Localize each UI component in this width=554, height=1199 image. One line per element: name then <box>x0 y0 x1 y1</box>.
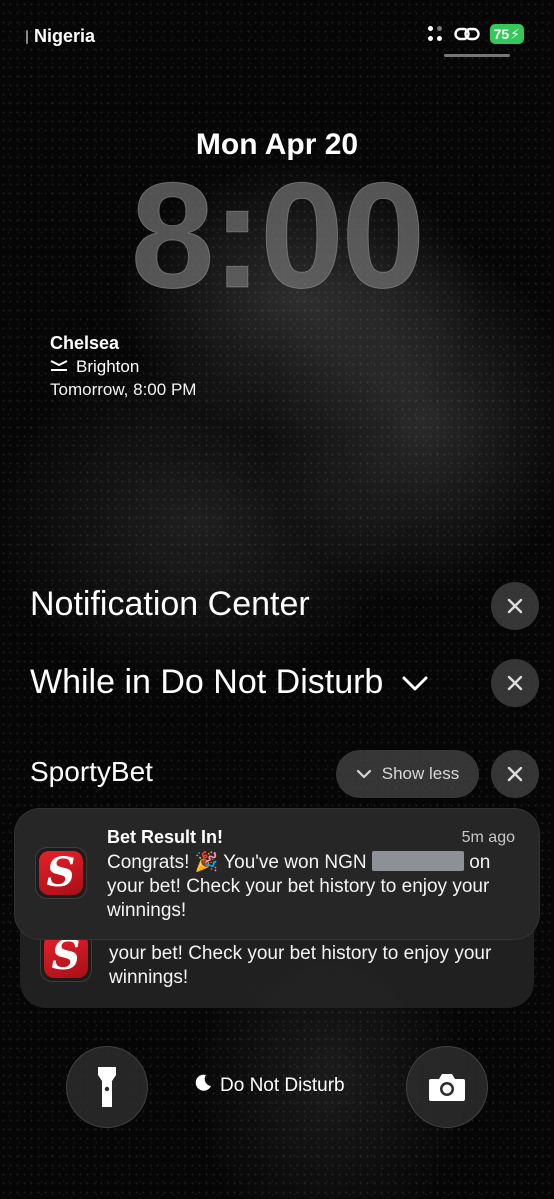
chevron-down-icon <box>356 764 372 784</box>
signal-tick-icon <box>26 29 28 44</box>
widget-home-team: Chelsea <box>50 333 120 353</box>
status-bar: Nigeria 75 ⚡ <box>0 24 554 52</box>
notification-card[interactable]: S Bet Result In! 5m ago Congrats! 🎉 You'… <box>14 808 540 940</box>
notification-body: Congrats! 🎉 You've won NGN on your bet! … <box>107 851 517 923</box>
dnd-focus-indicator[interactable]: Do Not Disturb <box>194 1074 345 1098</box>
close-icon <box>507 766 523 782</box>
notification-body: your bet! Check your bet history to enjo… <box>109 943 492 988</box>
camera-icon <box>429 1074 465 1101</box>
notification-title: Bet Result In! <box>107 827 224 847</box>
sportybet-logo-icon: S <box>44 934 88 978</box>
widget-away-row: Brighton <box>50 355 196 378</box>
carrier: Nigeria <box>26 26 95 47</box>
dnd-clear-button[interactable] <box>491 659 539 707</box>
notification-center-title: Notification Center <box>30 585 310 623</box>
lock-time: 8:00 <box>130 151 425 319</box>
app-group-title: SportyBet <box>30 756 153 787</box>
show-less-label: Show less <box>381 764 460 783</box>
dnd-label-text: Do Not Disturb <box>220 1075 345 1096</box>
match-widget[interactable]: Chelsea Brighton Tomorrow, 8:00 PM <box>50 332 196 401</box>
show-less-button[interactable]: Show less <box>336 750 479 798</box>
sportybet-app-icon: S <box>35 847 87 899</box>
notification-body-prefix: Congrats! 🎉 You've won NGN <box>107 852 367 873</box>
notification-body-suffix: on <box>469 852 491 873</box>
notification-time: 5m ago <box>461 829 515 846</box>
versus-arrow-icon <box>50 355 68 378</box>
battery-level: 75 <box>493 26 510 42</box>
widget-kickoff: Tomorrow, 8:00 PM <box>50 380 197 399</box>
cellular-dots-icon <box>427 26 444 42</box>
moon-icon <box>194 1074 212 1098</box>
app-group-clear-button[interactable] <box>491 750 539 798</box>
carrier-label: Nigeria <box>34 26 96 46</box>
clear-all-button[interactable] <box>491 582 539 630</box>
redacted-amount <box>371 851 464 871</box>
link-icon <box>453 25 480 43</box>
dnd-group-header[interactable]: While in Do Not Disturb <box>30 663 429 702</box>
flashlight-button[interactable] <box>66 1046 148 1128</box>
camera-button[interactable] <box>406 1046 488 1128</box>
battery-indicator: 75 ⚡ <box>489 24 524 44</box>
flashlight-icon <box>98 1067 116 1107</box>
close-icon <box>507 598 523 614</box>
control-center-hint[interactable] <box>444 54 510 57</box>
close-icon <box>507 675 523 691</box>
sportybet-logo-icon: S <box>39 851 83 895</box>
widget-away-team: Brighton <box>76 357 140 376</box>
dnd-group-title: While in Do Not Disturb <box>30 663 384 701</box>
chevron-down-icon <box>401 663 429 702</box>
status-icons: 75 ⚡ <box>427 24 524 44</box>
charging-bolt-icon: ⚡ <box>510 25 520 42</box>
notification-body-rest: your bet! Check your bet history to enjo… <box>107 876 490 921</box>
